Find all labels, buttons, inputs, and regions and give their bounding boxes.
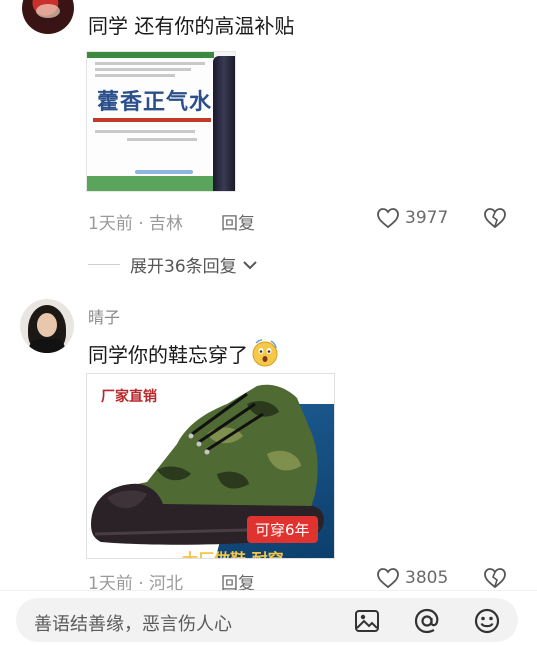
expand-replies[interactable]: 展开36条回复 xyxy=(88,252,259,277)
avatar[interactable] xyxy=(22,0,74,34)
like-button[interactable]: 3805 xyxy=(376,567,448,589)
broken-heart-icon[interactable] xyxy=(483,207,507,229)
emoji-icon[interactable] xyxy=(472,606,502,636)
like-count: 3977 xyxy=(405,208,449,228)
reply-button[interactable]: 回复 xyxy=(221,209,255,234)
astonished-face-icon xyxy=(250,338,280,368)
heart-icon xyxy=(377,208,399,229)
image-icon[interactable] xyxy=(352,606,382,636)
like-count: 3805 xyxy=(405,568,449,588)
comment-meta: 1天前 · 吉林 xyxy=(88,214,184,234)
promo-badge: 可穿6年 xyxy=(247,516,318,543)
at-icon[interactable] xyxy=(412,606,442,636)
avatar[interactable] xyxy=(20,299,74,353)
expand-replies-label: 展开36条回复 xyxy=(130,257,237,277)
comment-footer: 1天前 · 河北 回复 3805 xyxy=(0,566,537,590)
bottle xyxy=(213,56,235,191)
comment-input[interactable]: 善语结善缘，恶言伤人心 xyxy=(16,598,518,642)
comment-text-line: 同学你的鞋忘穿了 xyxy=(88,338,280,368)
comment-input-placeholder: 善语结善缘，恶言伤人心 xyxy=(34,614,232,635)
reply-button[interactable]: 回复 xyxy=(221,569,255,590)
image-bottom-text: 大厂做鞋 耐穿 xyxy=(182,546,284,558)
broken-heart-icon[interactable] xyxy=(483,567,507,589)
comment-composer: 善语结善缘，恶言伤人心 xyxy=(0,590,537,645)
username[interactable]: 晴子 xyxy=(88,304,120,328)
comment-meta: 1天前 · 河北 xyxy=(88,574,184,590)
heart-icon xyxy=(377,568,399,589)
comment-image-shoe[interactable]: 厂家直销 可穿6年 大厂做鞋 耐穿 xyxy=(86,373,335,559)
comment-text: 同学 还有你的高温补贴 xyxy=(88,14,295,38)
comment-text: 同学你的鞋忘穿了 xyxy=(88,343,248,367)
like-button[interactable]: 3977 xyxy=(376,207,448,229)
product-label: 藿香正气水 xyxy=(97,89,213,115)
comment-image-medicine[interactable]: 藿香正气水 xyxy=(86,51,236,192)
chevron-down-icon xyxy=(242,260,257,269)
